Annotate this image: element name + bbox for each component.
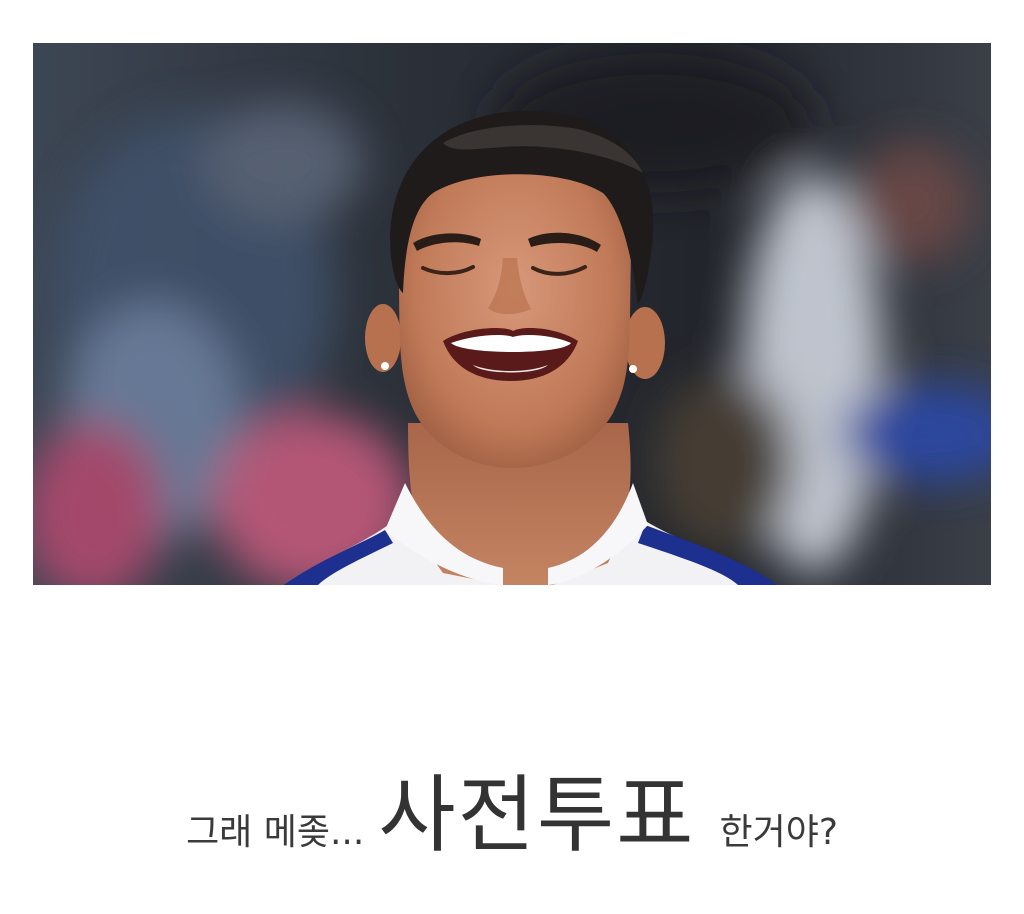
laughing-player-photo	[33, 43, 991, 585]
caption-emphasis: 사전투표	[378, 766, 696, 864]
caption-prefix: 그래 메좆...	[186, 812, 365, 853]
caption: 그래 메좆... 사전투표 한거야?	[0, 748, 1024, 868]
caption-suffix: 한거야?	[719, 812, 838, 853]
photo-illustration	[33, 43, 991, 585]
